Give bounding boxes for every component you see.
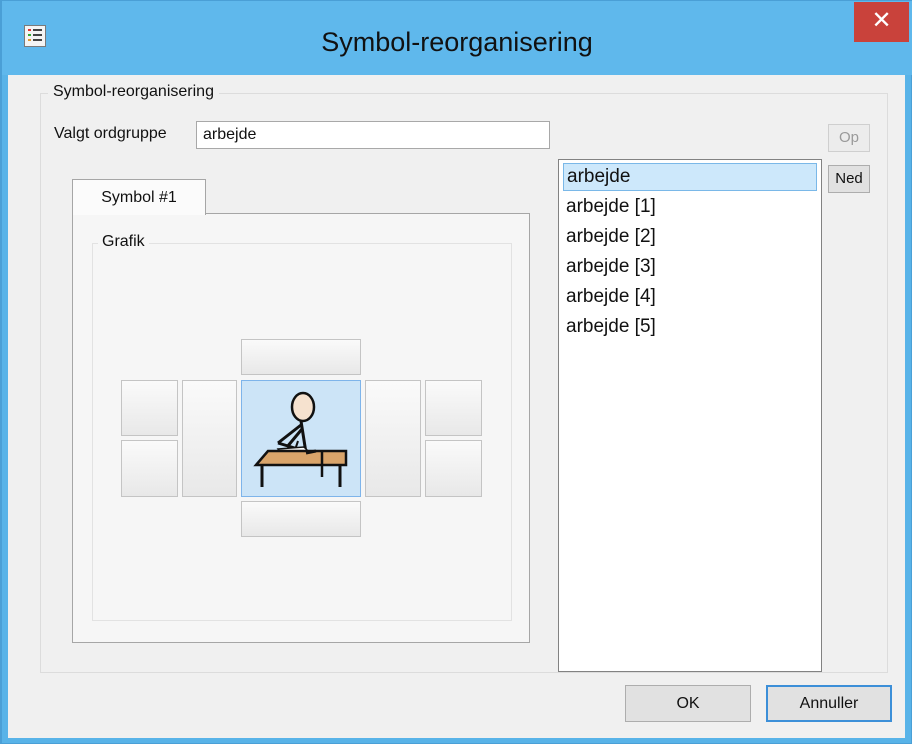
dialog-window: Symbol-reorganisering ✕ Symbol-reorganis…	[0, 0, 912, 744]
title-bar[interactable]: Symbol-reorganisering ✕	[2, 1, 912, 75]
symbol-list[interactable]: arbejde arbejde [1] arbejde [2] arbejde …	[558, 159, 822, 672]
tab-symbol-1[interactable]: Symbol #1	[72, 179, 206, 215]
move-down-button[interactable]: Ned	[828, 165, 870, 193]
move-up-button[interactable]: Op	[828, 124, 870, 152]
slot-top[interactable]	[241, 339, 361, 375]
word-group-label: Valgt ordgruppe	[54, 125, 167, 142]
slot-right-outer-top[interactable]	[425, 380, 482, 436]
slot-center-selected[interactable]	[241, 380, 361, 497]
slot-right-inner[interactable]	[365, 380, 421, 497]
cancel-button[interactable]: Annuller	[766, 685, 892, 722]
person-writing-at-desk-icon	[253, 391, 348, 487]
list-item[interactable]: arbejde [1]	[563, 193, 817, 221]
group-legend: Symbol-reorganisering	[48, 83, 219, 101]
grafik-legend: Grafik	[98, 233, 149, 251]
dialog-body: Symbol-reorganisering Valgt ordgruppe Op…	[8, 75, 905, 738]
list-item[interactable]: arbejde [5]	[563, 313, 817, 341]
close-icon: ✕	[871, 7, 892, 34]
list-item[interactable]: arbejde [2]	[563, 223, 817, 251]
list-item[interactable]: arbejde [4]	[563, 283, 817, 311]
slot-left-outer-bottom[interactable]	[121, 440, 178, 497]
list-item[interactable]: arbejde	[563, 163, 817, 191]
slot-left-inner[interactable]	[182, 380, 237, 497]
list-item[interactable]: arbejde [3]	[563, 253, 817, 281]
window-title: Symbol-reorganisering	[321, 27, 593, 57]
slot-bottom[interactable]	[241, 501, 361, 537]
close-button[interactable]: ✕	[854, 2, 909, 42]
word-group-input[interactable]	[196, 121, 550, 149]
ok-button[interactable]: OK	[625, 685, 751, 722]
slot-left-outer-top[interactable]	[121, 380, 178, 436]
slot-right-outer-bottom[interactable]	[425, 440, 482, 497]
